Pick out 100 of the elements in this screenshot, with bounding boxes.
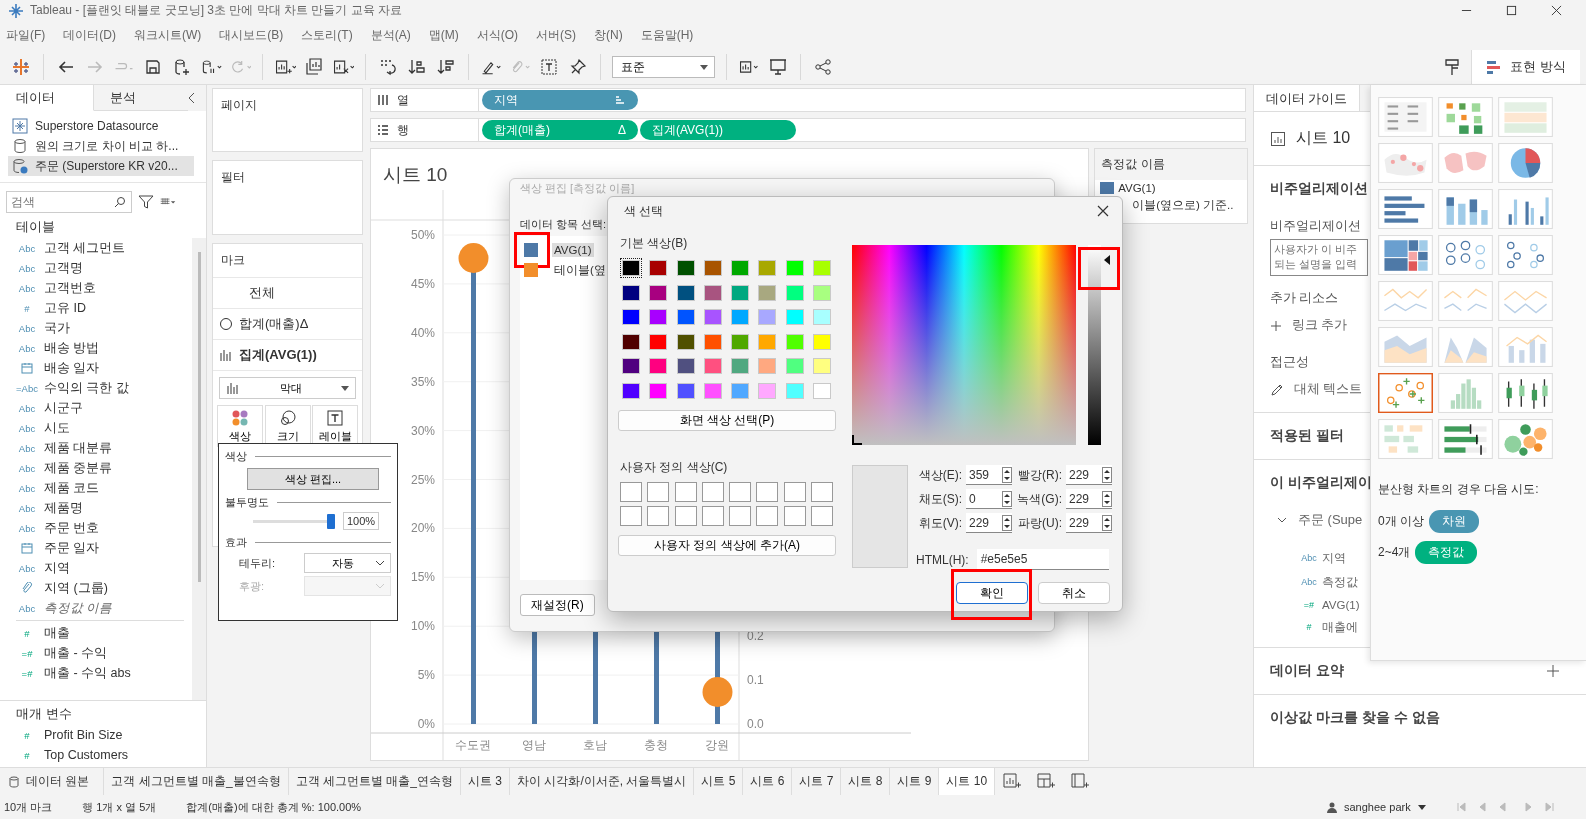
alt-text-link[interactable]: 대체 텍스트	[1270, 375, 1363, 405]
field-item[interactable]: Abc 고객명	[16, 258, 192, 279]
data-source-tab[interactable]: 데이터 원본	[0, 768, 105, 796]
number-spinner[interactable]: 229	[1066, 489, 1112, 509]
sheet-tab[interactable]: 시트 5	[694, 768, 744, 796]
sheet-tab[interactable]: 차이 시각화/이서준, 서울특별시	[510, 768, 695, 796]
mark-type-dropdown[interactable]: 막대	[219, 377, 356, 400]
parameter-item[interactable]: # Top Customers	[0, 745, 206, 766]
reset-button[interactable]: 재설정(R)	[520, 594, 595, 616]
number-spinner[interactable]: 229	[1066, 465, 1112, 485]
field-item[interactable]: Abc 지역	[16, 558, 192, 579]
pane-tab[interactable]: 데이터 가이드	[1254, 85, 1361, 112]
tree-item[interactable]: =# AVG(1)	[1270, 594, 1360, 616]
tree-item[interactable]: Abc 측정값	[1270, 570, 1358, 595]
field-item[interactable]: Abc 제품명	[16, 498, 192, 519]
section-heading: 매개 변수	[15, 705, 73, 724]
search-field[interactable]: 검색	[6, 191, 132, 214]
sheet-tab[interactable]: 시트 6	[743, 768, 793, 796]
menu-item[interactable]: 분석(A)	[370, 27, 411, 45]
menu-item[interactable]: 맵(M)	[428, 27, 459, 45]
menu-item[interactable]: 대시보드(B)	[219, 27, 284, 45]
data-item[interactable]: 테이블(옆	[552, 261, 608, 279]
field-type-pill: 차원	[1429, 510, 1479, 533]
pick-screen-color-button[interactable]: 화면 색상 선택(P)	[618, 409, 836, 431]
marks-layer[interactable]: 집계(AVG(1))	[213, 340, 362, 372]
sheet-tab[interactable]: 시트 3	[461, 768, 511, 796]
user-menu[interactable]: sanghee park	[1326, 798, 1426, 817]
card-title: 마크	[220, 252, 246, 270]
marks-layer[interactable]: 합계(매출)Δ	[213, 309, 362, 341]
number-spinner[interactable]: 229	[966, 513, 1012, 533]
field-item[interactable]: 지역 (그룹)	[16, 578, 192, 599]
data-source-item[interactable]: Superstore Datasource	[8, 116, 194, 137]
field-item[interactable]: Abc 고객번호	[16, 278, 192, 299]
axis-tick-label: 35%	[410, 375, 435, 390]
number-spinner[interactable]: 359	[966, 465, 1012, 485]
field-item[interactable]: Abc 배송 방법	[16, 338, 192, 359]
field-label: 사용자 정의 색상(C)	[619, 458, 729, 476]
menu-item[interactable]: 창(N)	[594, 27, 623, 45]
tree-item[interactable]: # 매출에	[1270, 615, 1358, 640]
axis-tick-label: 5%	[417, 668, 435, 683]
field-item[interactable]: Abc 시도	[16, 418, 192, 439]
sheet-tab[interactable]: 시트 8	[841, 768, 891, 796]
menu-item[interactable]: 워크시트(W)	[134, 27, 202, 45]
field-item[interactable]: Abc 국가	[16, 318, 192, 339]
sheet-tab[interactable]: 시트 10	[939, 768, 996, 796]
border-dropdown[interactable]: 자동	[304, 553, 391, 573]
menu-item[interactable]: 서식(O)	[476, 27, 518, 45]
menu-item[interactable]: 도움말(H)	[640, 27, 694, 45]
field-item[interactable]: =# 매출 - 수익	[16, 643, 192, 664]
field-item[interactable]: Abc 고객 세그먼트	[16, 238, 192, 259]
sheet-tab[interactable]: 고객 세그먼트별 매출_연속형	[288, 768, 462, 796]
pane-tab[interactable]: 데이터	[0, 85, 94, 112]
ok-button[interactable]: 확인	[956, 582, 1028, 604]
data-item[interactable]: AVG(1)	[552, 243, 594, 257]
fit-dropdown[interactable]: 표준	[612, 56, 715, 78]
menu-item[interactable]: 스토리(T)	[301, 27, 353, 45]
section-heading: 효과	[225, 534, 247, 550]
marks-property-button[interactable]: 색상	[217, 405, 263, 448]
show-me-button[interactable]: 표현 방식	[1471, 50, 1580, 84]
html-color-field[interactable]: #e5e5e5	[976, 549, 1109, 570]
edit-colors-button[interactable]: 색상 편집...	[247, 468, 379, 490]
field-item[interactable]: Abc 시군구	[16, 398, 192, 419]
data-source-item[interactable]: 주문 (Superstore KR v20...	[8, 156, 194, 177]
sheet-tab[interactable]: 고객 세그먼트별 매출_불연속형	[104, 768, 289, 796]
tree-item[interactable]: Abc 지역	[1270, 546, 1346, 571]
add-link[interactable]: 링크 추가	[1270, 311, 1348, 341]
field-label: 비주얼리제이션	[1270, 218, 1361, 236]
field-item[interactable]: =# 매출 - 수익 abs	[16, 663, 192, 684]
sheet-name: 시트 10	[1296, 128, 1351, 149]
field-item[interactable]: 배송 일자	[16, 358, 192, 379]
axis-tick-label: 20%	[410, 521, 435, 536]
field-item[interactable]: Abc 측정값 이름	[16, 598, 192, 619]
number-spinner[interactable]: 229	[1066, 513, 1112, 533]
field-item[interactable]: # 매출	[16, 623, 192, 644]
axis-tick-label: 0%	[417, 717, 435, 732]
add-custom-color-button[interactable]: 사용자 정의 색상에 추가(A)	[618, 535, 836, 556]
tree-node[interactable]: 주문 (Supe	[1270, 498, 1369, 547]
sheet-tab[interactable]: 시트 7	[792, 768, 842, 796]
field-label: 파랑(U):	[1018, 514, 1062, 532]
menu-item[interactable]: 파일(F)	[6, 27, 46, 45]
field-item[interactable]: =Abc 수익의 극한 값	[16, 378, 192, 399]
field-label: 채도(S):	[918, 490, 962, 508]
field-item[interactable]: Abc 주문 번호	[16, 518, 192, 539]
marks-layer[interactable]: 전체	[249, 284, 275, 303]
dialog-title: 색 선택	[624, 202, 664, 220]
field-item[interactable]: # 고유 ID	[16, 298, 192, 319]
field-item[interactable]: Abc 제품 대분류	[16, 438, 192, 459]
menu-item[interactable]: 서버(S)	[536, 27, 576, 45]
parameter-item[interactable]: # Profit Bin Size	[0, 725, 206, 746]
number-spinner[interactable]: 0	[966, 489, 1012, 509]
menu-item[interactable]: 데이터(D)	[63, 27, 116, 45]
field-item[interactable]: 주문 일자	[16, 538, 192, 559]
field-item[interactable]: Abc 제품 중분류	[16, 458, 192, 479]
pane-tab[interactable]: 분석	[94, 85, 188, 112]
axis-tick-label: 40%	[410, 326, 435, 341]
card-title: 페이지	[220, 97, 258, 115]
data-source-item[interactable]: 원의 크기로 차이 비교 하...	[8, 136, 194, 157]
description-field[interactable]: 사용자가 이 비주 되는 설명을 입력	[1270, 239, 1368, 277]
cancel-button[interactable]: 취소	[1038, 582, 1110, 604]
field-item[interactable]: Abc 제품 코드	[16, 478, 192, 499]
